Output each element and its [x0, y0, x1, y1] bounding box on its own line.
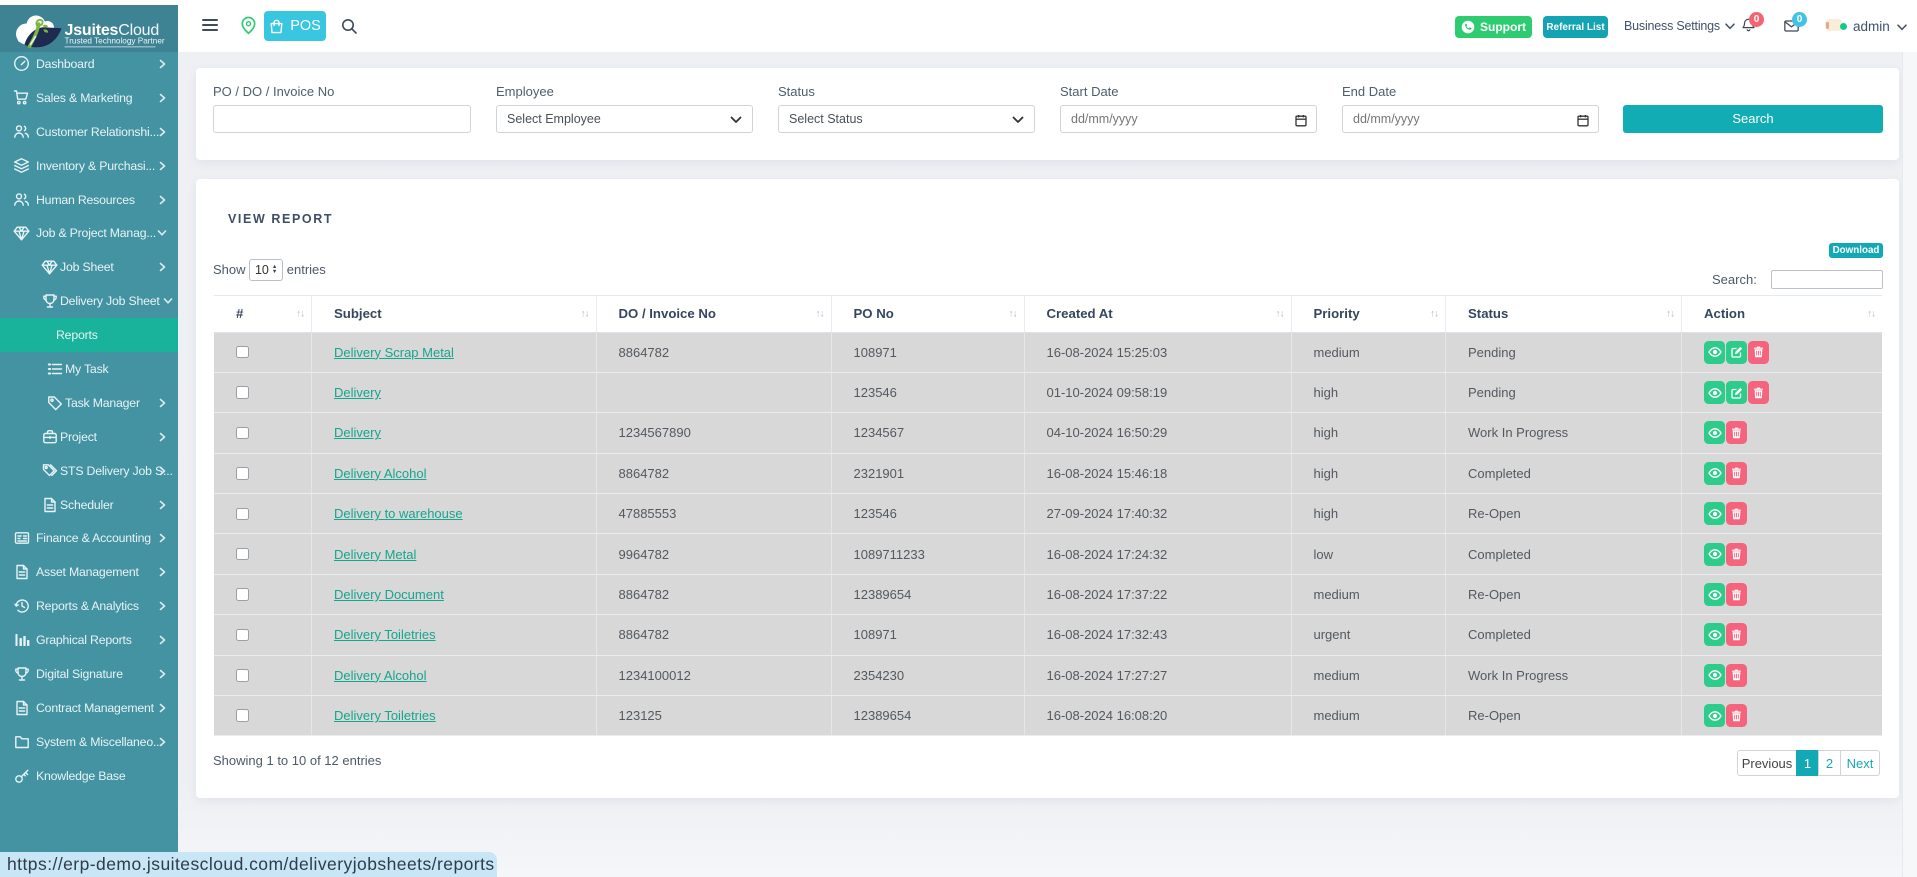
- svg-text:Trusted Technology Partner: Trusted Technology Partner: [65, 37, 165, 46]
